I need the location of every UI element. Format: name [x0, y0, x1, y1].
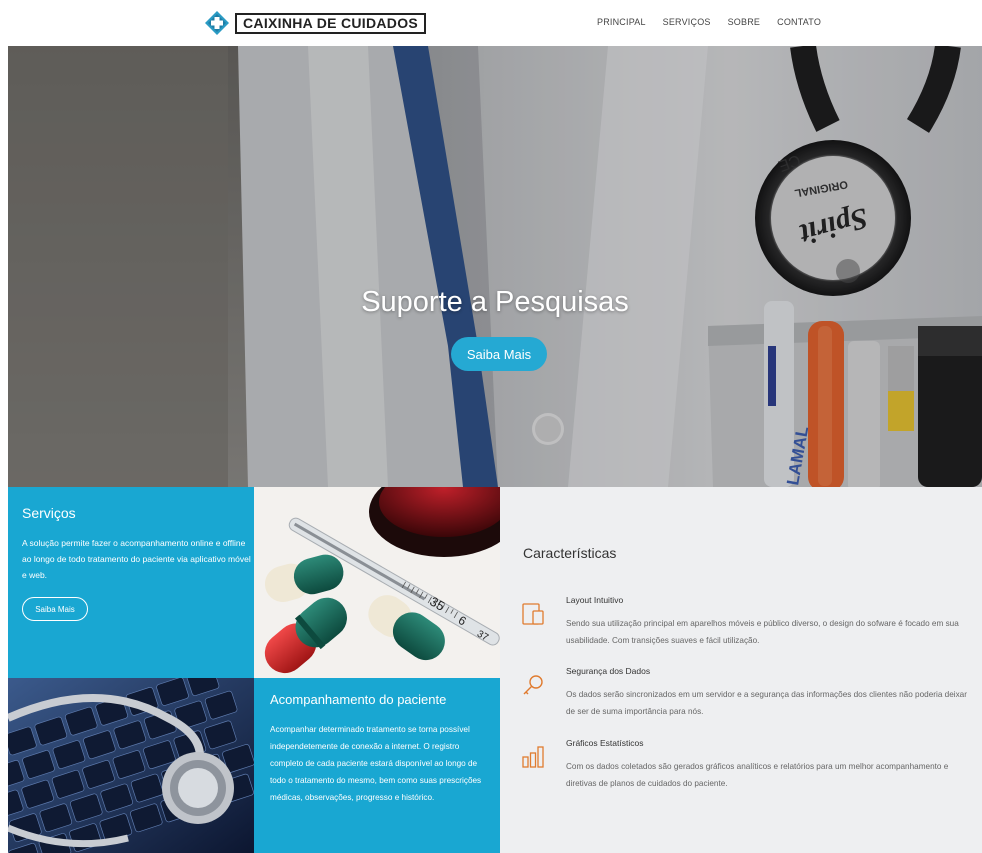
feature-text: Com os dados coletados são gerados gráfi… — [566, 762, 949, 788]
pills-illustration: 35 6 37 — [254, 487, 500, 678]
key-icon — [523, 675, 543, 695]
patient-tracking-title: Acompanhamento do paciente — [270, 692, 447, 707]
feature-text: Os dados serão sincronizados em um servi… — [566, 690, 967, 716]
feature-title: Layout Intuitivo — [566, 595, 624, 605]
features-section: Características Layout Intuitivo Sendo s… — [500, 487, 982, 853]
hero-learn-more-button[interactable]: Saiba Mais — [451, 337, 547, 371]
hero-banner: CE ORIGINAL Spirit LAMAL Suporte a Pesqu… — [8, 46, 982, 487]
nav-servicos[interactable]: SERVIÇOS — [663, 17, 711, 27]
nav-principal[interactable]: PRINCIPAL — [597, 17, 646, 27]
nav-contato[interactable]: CONTATO — [777, 17, 821, 27]
features-title: Características — [523, 545, 617, 561]
patient-tracking-text: Acompanhar determinado tratamento se tor… — [270, 725, 482, 802]
feature-text: Sendo sua utilização principal em aparel… — [566, 619, 959, 645]
services-title: Serviços — [22, 505, 76, 521]
services-learn-more-button[interactable]: Saiba Mais — [22, 597, 88, 621]
hero-overlay — [8, 46, 982, 487]
feature-title: Gráficos Estatísticos — [566, 738, 644, 748]
hero-title: Suporte a Pesquisas — [361, 286, 629, 318]
keyboard-illustration — [8, 678, 254, 853]
keyboard-stethoscope-photo — [8, 678, 254, 853]
brand-name: CAIXINHA DE CUIDADOS — [235, 12, 427, 34]
diamond-cross-logo-icon — [205, 11, 229, 35]
patient-tracking-card: Acompanhamento do paciente Acompanhar de… — [254, 678, 500, 853]
brand-logo[interactable]: CAIXINHA DE CUIDADOS — [205, 11, 427, 35]
services-text: A solução permite fazer o acompanhamento… — [22, 538, 251, 580]
feature-title: Segurança dos Dados — [566, 666, 651, 676]
pills-thermometer-photo: 35 6 37 — [254, 487, 500, 678]
nav-sobre[interactable]: SOBRE — [728, 17, 761, 27]
devices-icon — [522, 603, 544, 625]
site-header: CAIXINHA DE CUIDADOS PRINCIPAL SERVIÇOS … — [0, 0, 982, 46]
main-nav: PRINCIPAL SERVIÇOS SOBRE CONTATO — [597, 17, 821, 27]
bar-chart-icon — [522, 746, 544, 768]
services-card: Serviços A solução permite fazer o acomp… — [8, 487, 254, 678]
